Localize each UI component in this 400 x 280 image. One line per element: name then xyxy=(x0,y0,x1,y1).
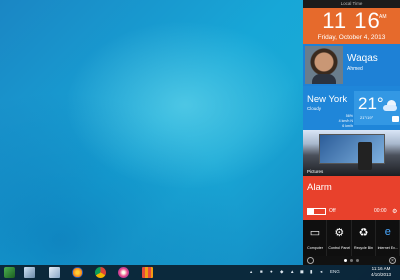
page-dot[interactable] xyxy=(356,259,359,262)
quick-label: Recycle Bin xyxy=(354,246,373,250)
media-icon xyxy=(118,267,129,278)
firefox-icon xyxy=(72,267,83,278)
taskbar-app[interactable] xyxy=(139,266,157,279)
weather-hilo: 21°/19° xyxy=(360,115,374,120)
chrome-icon xyxy=(95,267,106,278)
cloud-icon xyxy=(383,105,397,111)
tray-app-icon[interactable]: ● xyxy=(270,269,273,274)
alarm-state: Off xyxy=(329,208,336,214)
picture-preview xyxy=(319,134,385,164)
computer-icon: ▭ xyxy=(309,227,321,239)
document-icon xyxy=(49,267,60,278)
weather-tile[interactable]: New York Cloudy 56% 4 km/h N 6 km/h 21° … xyxy=(303,86,400,130)
sidebar-pager: × xyxy=(303,256,400,265)
clock-tile[interactable]: 11 16 AM Friday, October 4, 2013 xyxy=(303,8,400,44)
navigate-icon[interactable] xyxy=(307,257,314,264)
avatar xyxy=(305,46,343,84)
pictures-label: Pictures xyxy=(307,169,324,174)
quick-internet-explorer[interactable]: e Internet Ex... xyxy=(375,220,400,256)
weather-city: New York xyxy=(307,94,348,105)
clock-date: Friday, October 4, 2013 xyxy=(317,34,386,41)
picture-phone xyxy=(358,142,372,170)
user-last-name: Ahmed xyxy=(347,66,363,72)
tray-app-icon[interactable]: ◼ xyxy=(300,269,304,275)
quick-label: Internet Ex... xyxy=(377,246,398,250)
alarm-tile[interactable]: Alarm Off 00:00 ⚙ xyxy=(303,176,400,220)
clock-time: 11 16 xyxy=(322,8,381,33)
internet-explorer-icon: e xyxy=(384,226,391,238)
network-icon[interactable]: ▮ xyxy=(310,269,312,275)
app-grid-icon xyxy=(142,267,153,278)
quick-control-panel[interactable]: ⚙ Control Panel xyxy=(327,220,352,256)
taskbar-app[interactable] xyxy=(92,266,110,279)
quick-recycle-bin[interactable]: ♻ Recycle Bin xyxy=(351,220,376,256)
explorer-icon xyxy=(24,267,35,278)
control-panel-icon: ⚙ xyxy=(334,227,345,239)
user-tile[interactable]: Waqas Ahmed xyxy=(303,44,400,86)
recycle-bin-icon: ♻ xyxy=(358,227,369,239)
start-icon xyxy=(4,267,15,278)
taskbar: ▴ ■ ● ◆ ▲ ◼ ▮ ◂ ENG 11:16 AM 4/10/2013 xyxy=(0,265,400,280)
quick-launch: ▭ Computer ⚙ Control Panel ♻ Recycle Bin… xyxy=(303,220,400,256)
page-dot[interactable] xyxy=(344,259,347,262)
start-button[interactable] xyxy=(1,266,19,279)
sidebar-gadgets: Local Time 11 16 AM Friday, October 4, 2… xyxy=(303,0,400,265)
volume-icon[interactable]: ◂ xyxy=(320,269,322,275)
clock-ampm: AM xyxy=(379,14,387,20)
weather-settings-icon[interactable] xyxy=(392,116,399,122)
tray-app-icon[interactable]: ▲ xyxy=(290,269,294,274)
weather-details: 56% 4 km/h N 6 km/h xyxy=(307,114,353,128)
quick-label: Computer xyxy=(307,246,323,250)
alarm-toggle[interactable] xyxy=(307,208,326,215)
user-first-name: Waqas xyxy=(347,53,378,64)
taskbar-app[interactable] xyxy=(115,266,133,279)
taskbar-app[interactable] xyxy=(21,266,39,279)
sidebar-header: Local Time xyxy=(303,0,400,8)
alarm-title: Alarm xyxy=(307,182,332,193)
tray-app-icon[interactable]: ■ xyxy=(260,269,263,274)
taskbar-clock-date: 4/10/2013 xyxy=(370,272,392,277)
system-tray: ▴ ■ ● ◆ ▲ ◼ ▮ ◂ ENG xyxy=(248,267,368,278)
tray-language[interactable]: ENG xyxy=(330,269,340,274)
weather-condition: Cloudy xyxy=(307,106,322,111)
page-dot[interactable] xyxy=(350,259,353,262)
tray-app-icon[interactable]: ◆ xyxy=(280,269,283,275)
weather-temp: 21° xyxy=(358,94,384,113)
tray-arrow-icon[interactable]: ▴ xyxy=(250,269,252,275)
quick-computer[interactable]: ▭ Computer xyxy=(303,220,328,256)
close-icon[interactable]: × xyxy=(389,257,396,264)
alarm-time: 00:00 xyxy=(374,208,387,214)
taskbar-clock[interactable]: 11:16 AM 4/10/2013 xyxy=(366,266,396,278)
taskbar-app[interactable] xyxy=(69,266,87,279)
taskbar-app[interactable] xyxy=(46,266,64,279)
pictures-tile[interactable]: Pictures xyxy=(303,130,400,176)
quick-label: Control Panel xyxy=(328,246,351,250)
weather-feels: 6 km/h xyxy=(342,123,353,128)
alarm-settings-icon[interactable]: ⚙ xyxy=(392,208,397,215)
